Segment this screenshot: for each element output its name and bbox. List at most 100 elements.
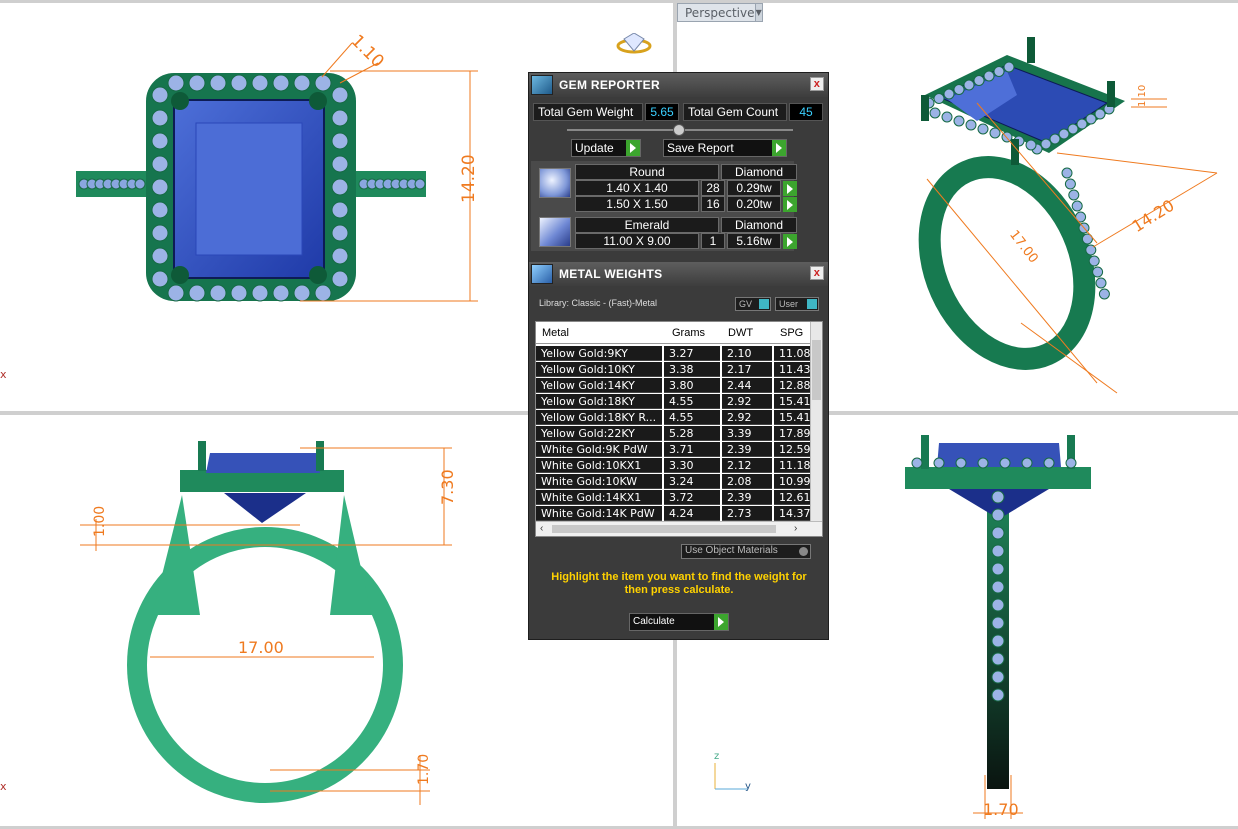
col-dwt[interactable]: DWT (728, 327, 753, 339)
table-cell: White Gold:14K PdW (536, 506, 664, 521)
axis-x-label-front: x (0, 780, 7, 793)
diamond-bead (1068, 189, 1080, 201)
diamond-bead (331, 109, 349, 127)
gv-toggle[interactable]: GV (735, 297, 771, 311)
diamond-bead (151, 201, 169, 219)
diamond-bead (965, 119, 977, 131)
table-row[interactable]: Yellow Gold:9KY 3.27 2.10 11.08 (536, 346, 814, 361)
calculate-label: Calculate (633, 616, 675, 627)
metal-weights-icon (531, 264, 553, 284)
table-row[interactable]: Yellow Gold:14KY 3.80 2.44 12.88 (536, 378, 814, 393)
diamond-bead (331, 178, 349, 196)
table-cell: Yellow Gold:18KY R... (536, 410, 664, 425)
calculate-hint: Highlight the item you want to find the … (551, 571, 807, 596)
table-row[interactable]: Yellow Gold:10KY 3.38 2.17 11.43 (536, 362, 814, 377)
diamond-bead (209, 284, 227, 302)
diamond-bead (1067, 123, 1079, 135)
gem-slider-handle[interactable] (673, 124, 685, 136)
diamond-bead (414, 178, 426, 190)
diamond-bead (1085, 113, 1097, 125)
diamond-bead (188, 284, 206, 302)
diamond-bead (331, 247, 349, 265)
diamond-bead (953, 84, 965, 95)
save-report-button[interactable]: Save Report (663, 139, 787, 157)
table-cell: 11.08 (774, 346, 814, 361)
gem-shape-emerald: Emerald (575, 217, 719, 233)
diamond-bead (977, 457, 989, 469)
diamond-bead (151, 270, 169, 288)
play-icon (714, 614, 728, 630)
table-row[interactable]: White Gold:10KX1 3.30 2.12 11.18 (536, 458, 814, 473)
diamond-bead (1098, 288, 1110, 300)
update-button[interactable]: Update (571, 139, 641, 157)
col-metal[interactable]: Metal (542, 327, 569, 339)
table-cell: 11.18 (774, 458, 814, 473)
gem-count: 28 (701, 180, 725, 196)
diamond-bead (991, 670, 1005, 684)
diamond-bead (991, 652, 1005, 666)
diamond-bead (1065, 457, 1077, 469)
diamond-bead (1043, 457, 1055, 469)
diamond-bead (151, 224, 169, 242)
table-cell: 11.43 (774, 362, 814, 377)
table-row[interactable]: White Gold:14KX1 3.72 2.39 12.61 (536, 490, 814, 505)
perspective-label: Perspective (685, 5, 755, 20)
dropdown-arrow-icon[interactable]: ▼ (754, 4, 762, 21)
diamond-bead (1095, 277, 1107, 289)
table-row[interactable]: Yellow Gold:18KY 4.55 2.92 15.41 (536, 394, 814, 409)
table-cell: 12.88 (774, 378, 814, 393)
table-cell: 4.55 (664, 410, 722, 425)
table-row[interactable]: White Gold:10KW 3.24 2.08 10.99 (536, 474, 814, 489)
table-cell: 14.37 (774, 506, 814, 521)
table-cell: 2.39 (722, 490, 774, 505)
scroll-thumb[interactable] (812, 340, 821, 400)
metal-weights-titlebar[interactable]: METAL WEIGHTS x (529, 262, 828, 286)
gem-reporter-close-button[interactable]: x (810, 77, 824, 91)
scroll-right-icon[interactable]: › (794, 523, 797, 534)
table-row[interactable]: White Gold:9K PdW 3.71 2.39 12.59 (536, 442, 814, 457)
metal-table-vscrollbar[interactable] (810, 322, 822, 522)
diamond-bead (167, 284, 185, 302)
table-cell: 2.17 (722, 362, 774, 377)
use-object-materials-toggle[interactable]: Use Object Materials (681, 544, 811, 559)
diamond-bead (331, 270, 349, 288)
table-cell: 12.59 (774, 442, 814, 457)
save-report-label: Save Report (667, 141, 734, 155)
total-gem-count-value: 45 (789, 103, 823, 121)
calculate-button[interactable]: Calculate (629, 613, 729, 631)
ring-icon[interactable] (614, 33, 652, 55)
scroll-left-icon[interactable]: ‹ (540, 523, 543, 534)
gem-row-play-button[interactable] (783, 181, 797, 196)
user-toggle[interactable]: User (775, 297, 819, 311)
metal-weights-close-button[interactable]: x (810, 266, 824, 280)
table-row[interactable]: White Gold:14K PdW 4.24 2.73 14.37 (536, 506, 814, 521)
diamond-bead (1092, 266, 1104, 278)
gem-size: 1.50 X 1.50 (575, 196, 699, 212)
gem-slider[interactable] (567, 124, 793, 136)
metal-table-hscrollbar[interactable]: ‹ › (536, 521, 822, 536)
col-spg[interactable]: SPG (780, 327, 803, 339)
user-label: User (779, 299, 799, 309)
diamond-bead (963, 79, 975, 91)
gem-reporter-titlebar[interactable]: GEM REPORTER x (529, 73, 828, 97)
diamond-bead (1088, 255, 1100, 267)
table-cell: 2.39 (722, 442, 774, 457)
table-cell: 2.08 (722, 474, 774, 489)
gem-row-play-button[interactable] (783, 234, 797, 249)
gem-size: 1.40 X 1.40 (575, 180, 699, 196)
diamond-bead (953, 115, 965, 127)
diamond-bead (929, 107, 941, 119)
gem-group-round: Round Diamond 1.40 X 1.40 28 0.29tw 1.50… (531, 161, 797, 213)
diamond-bead (983, 70, 995, 82)
metal-weights-table[interactable]: Metal Grams DWT SPG Yellow Gold:9KY 3.27 2… (535, 321, 823, 537)
table-row[interactable]: Yellow Gold:22KY 5.28 3.39 17.89 (536, 426, 814, 441)
scroll-thumb-h[interactable] (552, 525, 776, 533)
diamond-bead (943, 88, 955, 100)
table-row[interactable]: Yellow Gold:18KY R... 4.55 2.92 15.41 (536, 410, 814, 425)
col-grams[interactable]: Grams (672, 327, 705, 339)
gem-row-play-button[interactable] (783, 197, 797, 212)
table-cell: 15.41 (774, 410, 814, 425)
perspective-view-menu[interactable]: Perspective ▼ (677, 3, 763, 22)
axis-gizmo: z y (711, 751, 757, 793)
metal-table-header: Metal Grams DWT SPG (536, 322, 812, 344)
